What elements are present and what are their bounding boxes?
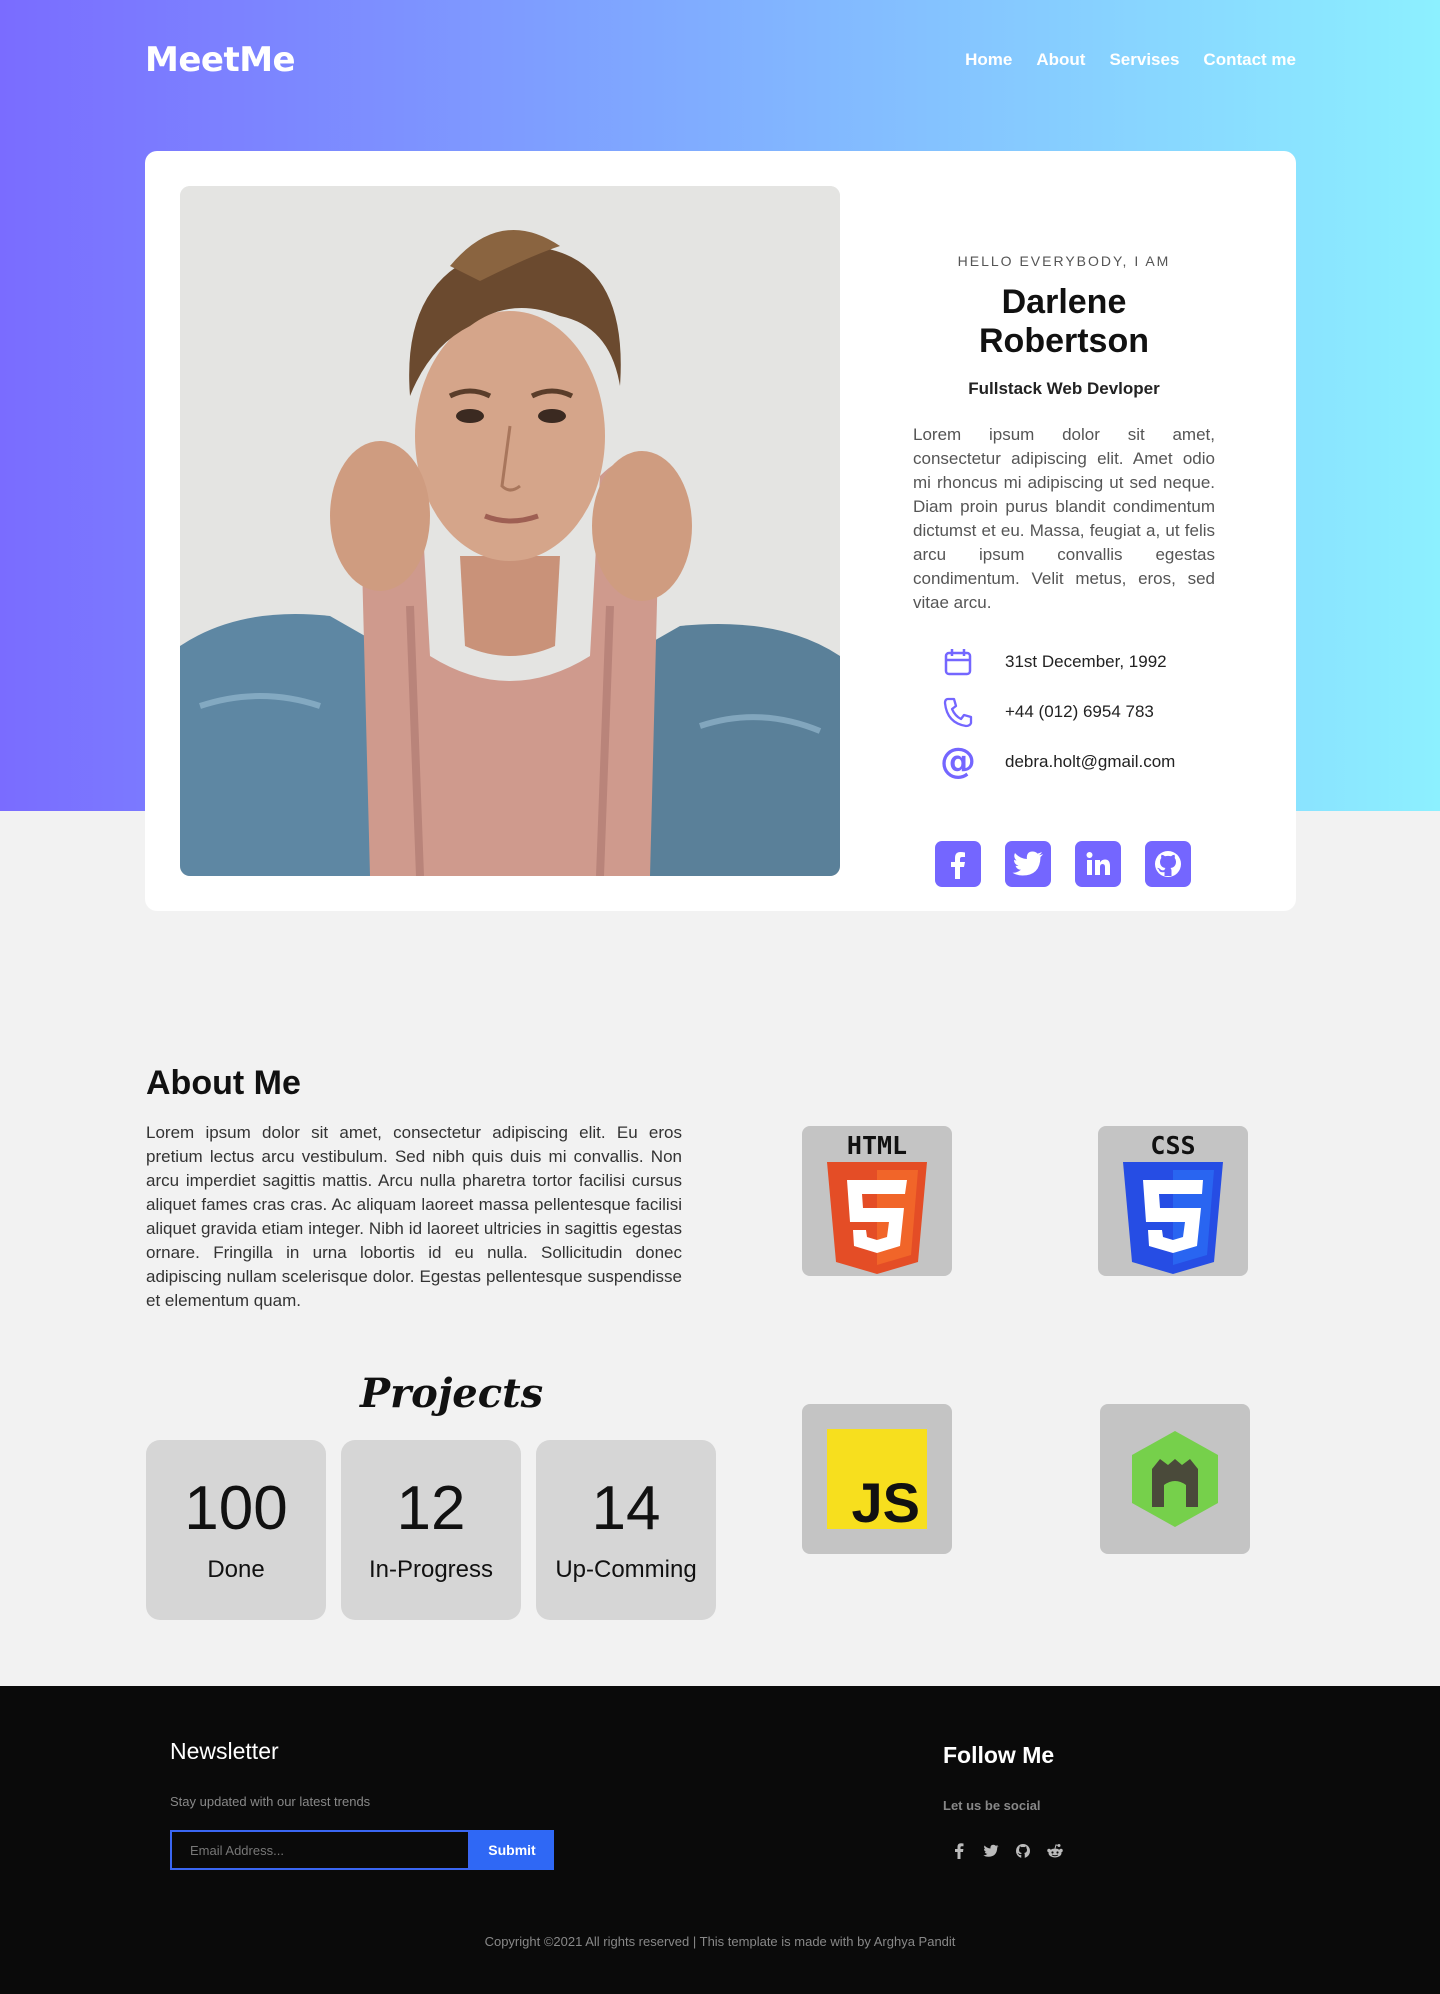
javascript-icon: JS <box>827 1429 927 1529</box>
stat-label: In-Progress <box>368 1556 494 1583</box>
follow-title: Follow Me <box>943 1742 1055 1768</box>
email-input[interactable] <box>170 1830 470 1870</box>
stat-value: 14 <box>591 1474 661 1543</box>
profile-role: Fullstack Web Devloper <box>968 379 1160 398</box>
stat-in-progress: 12 In-Progress <box>341 1440 521 1620</box>
html5-label: HTML <box>847 1131 907 1160</box>
profile-card: HELLO EVERYBODY, I AM Darlene Robertson … <box>145 151 1296 911</box>
calendar-icon <box>937 644 979 680</box>
newsletter-title: Newsletter <box>170 1738 279 1764</box>
github-icon[interactable] <box>1014 1842 1032 1860</box>
nav-contact[interactable]: Contact me <box>1203 50 1296 70</box>
project-stats: 100 Done 12 In-Progress 14 Up-Comming <box>146 1440 716 1620</box>
nodemon-icon <box>1132 1431 1218 1527</box>
logo[interactable]: MeetMe <box>145 40 296 80</box>
stat-value: 100 <box>184 1474 288 1543</box>
footer-social-links <box>950 1842 1064 1860</box>
phone-icon <box>937 694 979 730</box>
nav-home[interactable]: Home <box>965 50 1012 70</box>
at-sign-icon: @ <box>940 741 976 782</box>
css3-label: CSS <box>1150 1131 1195 1160</box>
nav-about[interactable]: About <box>1036 50 1085 70</box>
css3-icon: CSS <box>1123 1131 1223 1274</box>
contact-birthday: 31st December, 1992 <box>913 637 1215 687</box>
stat-value: 12 <box>396 1474 466 1543</box>
profile-bio: Lorem ipsum dolor sit amet, consectetur … <box>913 425 1215 612</box>
contact-phone: +44 (012) 6954 783 <box>913 687 1215 737</box>
contact-list: 31st December, 1992 +44 (012) 6954 783 @… <box>913 637 1215 787</box>
phone-value[interactable]: +44 (012) 6954 783 <box>1005 702 1154 722</box>
about-title: About Me <box>146 1064 301 1102</box>
email-value[interactable]: debra.holt@gmail.com <box>1005 752 1175 772</box>
nav-services[interactable]: Servises <box>1109 50 1179 70</box>
birthday-value: 31st December, 1992 <box>1005 652 1167 671</box>
stat-done: 100 Done <box>146 1440 326 1620</box>
github-icon[interactable] <box>1145 841 1191 887</box>
profile-social-links <box>935 841 1215 887</box>
stat-label: Done <box>207 1556 265 1583</box>
copyright-text: Copyright ©2021 All rights reserved | Th… <box>484 1934 956 1949</box>
css3-tile: CSS <box>1098 1126 1248 1276</box>
stat-label: Up-Comming <box>555 1556 697 1583</box>
nodemon-tile <box>1100 1404 1250 1554</box>
html5-icon: HTML <box>827 1131 927 1274</box>
contact-email: @ debra.holt@gmail.com <box>913 737 1215 787</box>
html5-tile: HTML <box>802 1126 952 1276</box>
projects-title: Projects <box>360 1370 544 1417</box>
newsletter-subtitle: Stay updated with our latest trends <box>170 1794 371 1809</box>
stat-upcoming: 14 Up-Comming <box>536 1440 716 1620</box>
javascript-label: JS <box>852 1471 921 1529</box>
facebook-icon[interactable] <box>935 841 981 887</box>
facebook-icon[interactable] <box>950 1842 968 1860</box>
twitter-icon[interactable] <box>1005 841 1051 887</box>
footer: Newsletter Stay updated with our latest … <box>0 1686 1440 1994</box>
profile-photo <box>180 186 840 876</box>
reddit-icon[interactable] <box>1046 1842 1064 1860</box>
follow-subtitle: Let us be social <box>943 1798 1041 1813</box>
nav-links: Home About Servises Contact me <box>965 50 1296 70</box>
top-nav: MeetMe Home About Servises Contact me <box>145 40 1296 80</box>
linkedin-icon[interactable] <box>1075 841 1121 887</box>
submit-button[interactable]: Submit <box>470 1830 554 1870</box>
newsletter-form: Submit <box>170 1830 554 1870</box>
greeting-text: HELLO EVERYBODY, I AM <box>957 253 1171 269</box>
about-section: About Me Lorem ipsum dolor sit amet, con… <box>146 1064 682 1313</box>
profile-name: Darlene Robertson <box>979 283 1149 360</box>
about-text: Lorem ipsum dolor sit amet, consectetur … <box>146 1123 682 1310</box>
profile-info: HELLO EVERYBODY, I AM Darlene Robertson … <box>913 253 1215 887</box>
javascript-tile: JS <box>802 1404 952 1554</box>
twitter-icon[interactable] <box>982 1842 1000 1860</box>
